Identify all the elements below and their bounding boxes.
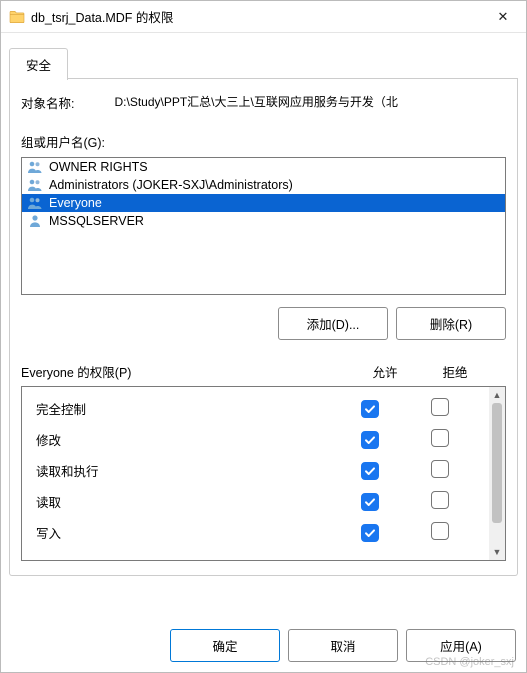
- allow-cell: [335, 431, 405, 449]
- allow-checkbox[interactable]: [361, 431, 379, 449]
- group-icon: [27, 178, 43, 192]
- dialog-footer: 确定 取消 应用(A) CSDN @joker_sxj: [1, 615, 526, 672]
- tab-security[interactable]: 安全: [9, 48, 68, 80]
- tab-divider: [9, 78, 518, 79]
- ok-button[interactable]: 确定: [170, 629, 280, 662]
- deny-cell: [405, 429, 475, 450]
- permissions-listbox: 完全控制修改读取和执行读取写入 ▲ ▼: [21, 386, 506, 561]
- deny-cell: [405, 398, 475, 419]
- scroll-up-icon[interactable]: ▲: [489, 387, 505, 403]
- allow-cell: [335, 462, 405, 480]
- permission-name: 读取和执行: [36, 461, 335, 480]
- principal-name: Administrators (JOKER-SXJ\Administrators…: [49, 178, 293, 192]
- allow-checkbox[interactable]: [361, 462, 379, 480]
- window-title: db_tsrj_Data.MDF 的权限: [31, 7, 480, 26]
- object-name-row: 对象名称: D:\Study\PPT汇总\大三上\互联网应用服务与开发（北: [21, 93, 506, 112]
- principal-name: Everyone: [49, 196, 102, 210]
- deny-column-header: 拒绝: [420, 362, 490, 381]
- group-icon: [27, 196, 43, 210]
- allow-checkbox[interactable]: [361, 493, 379, 511]
- groups-label: 组或用户名(G):: [21, 132, 506, 151]
- title-bar: db_tsrj_Data.MDF 的权限 ✕: [1, 1, 526, 33]
- permissions-title: Everyone 的权限(P): [21, 362, 131, 381]
- apply-button[interactable]: 应用(A): [406, 629, 516, 662]
- scroll-thumb[interactable]: [492, 403, 502, 523]
- deny-checkbox[interactable]: [431, 429, 449, 447]
- principal-name: OWNER RIGHTS: [49, 160, 148, 174]
- deny-cell: [405, 491, 475, 512]
- deny-cell: [405, 522, 475, 543]
- allow-checkbox[interactable]: [361, 400, 379, 418]
- principal-item[interactable]: OWNER RIGHTS: [22, 158, 505, 176]
- deny-cell: [405, 460, 475, 481]
- principal-item[interactable]: MSSQLSERVER: [22, 212, 505, 230]
- principals-buttons: 添加(D)... 删除(R): [21, 307, 506, 340]
- group-icon: [27, 160, 43, 174]
- remove-button[interactable]: 删除(R): [396, 307, 506, 340]
- permission-row: 完全控制: [22, 393, 489, 424]
- permission-name: 修改: [36, 430, 335, 449]
- permission-name: 读取: [36, 492, 335, 511]
- principal-item[interactable]: Administrators (JOKER-SXJ\Administrators…: [22, 176, 505, 194]
- allow-cell: [335, 524, 405, 542]
- permission-row: 读取: [22, 486, 489, 517]
- security-sheet: 对象名称: D:\Study\PPT汇总\大三上\互联网应用服务与开发（北 组或…: [9, 79, 518, 576]
- principal-name: MSSQLSERVER: [49, 214, 144, 228]
- deny-checkbox[interactable]: [431, 460, 449, 478]
- permission-row: 修改: [22, 424, 489, 455]
- add-button[interactable]: 添加(D)...: [278, 307, 388, 340]
- permission-row: 写入: [22, 517, 489, 548]
- permissions-header: Everyone 的权限(P) 允许 拒绝: [21, 362, 506, 381]
- principal-item[interactable]: Everyone: [22, 194, 505, 212]
- permissions-scrollbar[interactable]: ▲ ▼: [489, 387, 505, 560]
- allow-cell: [335, 400, 405, 418]
- deny-checkbox[interactable]: [431, 522, 449, 540]
- permission-row: 读取和执行: [22, 455, 489, 486]
- cancel-button[interactable]: 取消: [288, 629, 398, 662]
- user-icon: [27, 214, 43, 228]
- allow-checkbox[interactable]: [361, 524, 379, 542]
- folder-icon: [9, 9, 25, 25]
- scroll-down-icon[interactable]: ▼: [489, 544, 505, 560]
- allow-column-header: 允许: [350, 362, 420, 381]
- allow-cell: [335, 493, 405, 511]
- permission-name: 写入: [36, 523, 335, 542]
- principals-listbox[interactable]: OWNER RIGHTS Administrators (JOKER-SXJ\Ad…: [21, 157, 506, 295]
- close-button[interactable]: ✕: [480, 1, 526, 33]
- deny-checkbox[interactable]: [431, 398, 449, 416]
- deny-checkbox[interactable]: [431, 491, 449, 509]
- close-icon: ✕: [498, 9, 509, 25]
- tab-strip: 安全: [1, 33, 526, 79]
- object-name-label: 对象名称:: [21, 93, 74, 112]
- permission-name: 完全控制: [36, 399, 335, 418]
- object-name-value: D:\Study\PPT汇总\大三上\互联网应用服务与开发（北: [114, 93, 397, 110]
